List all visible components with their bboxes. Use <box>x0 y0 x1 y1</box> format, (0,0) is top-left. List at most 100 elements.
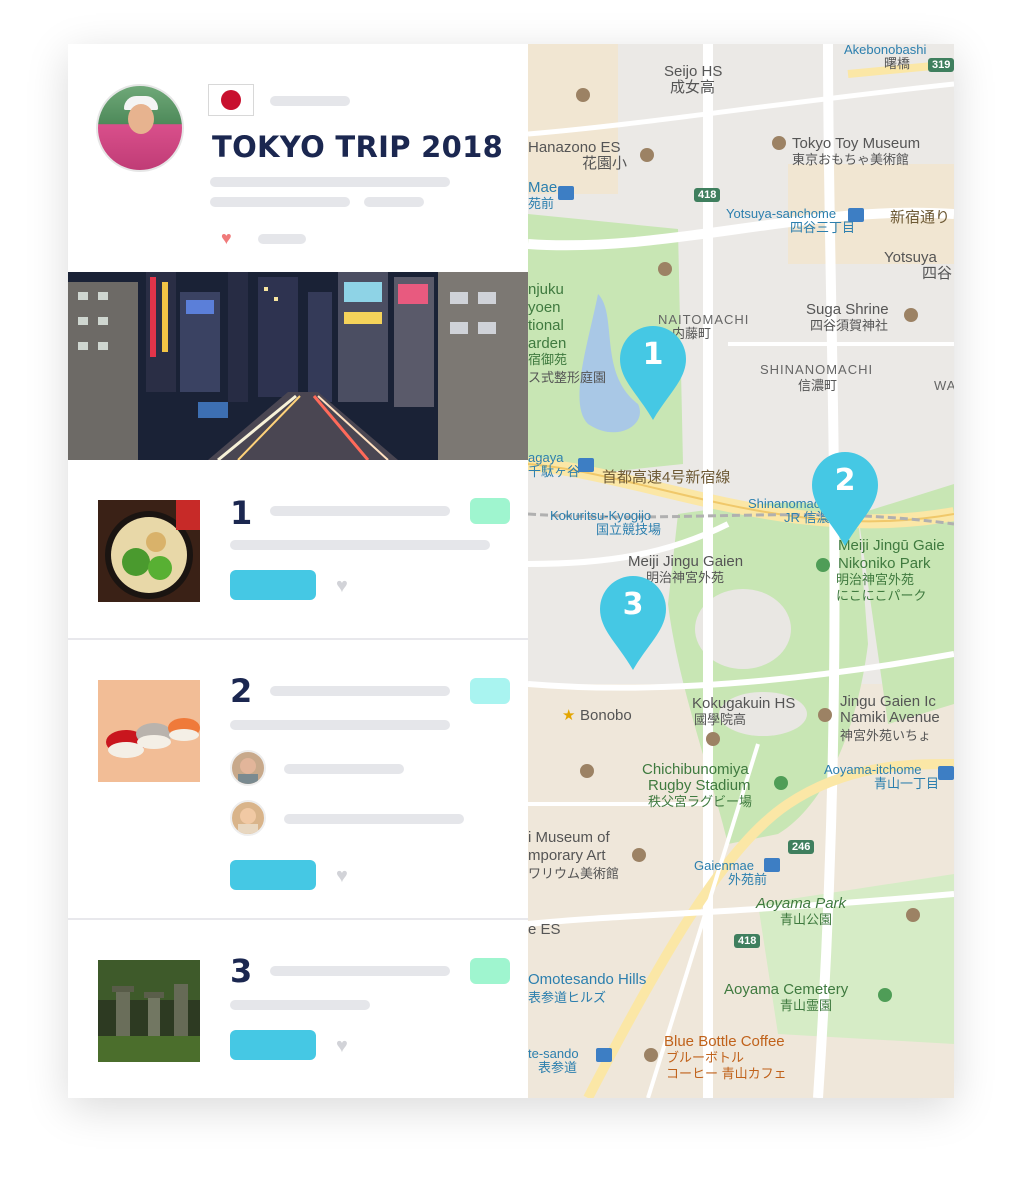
map-pin[interactable]: 1 <box>618 324 688 422</box>
friend-name-placeholder <box>284 814 464 824</box>
list-item[interactable]: 1 ♥ <box>68 460 528 640</box>
map-label: Meiji Jingu Gaien <box>628 553 744 570</box>
route-shield: 418 <box>734 934 761 948</box>
map-label: Namiki Avenue <box>840 709 940 726</box>
item-description-placeholder <box>230 720 450 730</box>
school-icon <box>706 732 720 746</box>
friend-name-placeholder <box>284 764 404 774</box>
japan-flag-icon <box>208 84 254 116</box>
map-label: Seijo HS <box>664 63 723 80</box>
trip-title: TOKYO TRIP 2018 <box>212 130 504 164</box>
map-label: 國學院高 <box>694 712 747 727</box>
food-thumbnail <box>98 680 200 782</box>
author-avatar[interactable] <box>96 84 184 172</box>
item-title-placeholder <box>270 686 450 696</box>
map-label: Nikoniko Park <box>838 555 931 572</box>
train-station-icon <box>938 766 954 780</box>
map-label: 四谷三丁目 <box>790 220 856 235</box>
map-label: 首都高速4号新宿線 <box>602 469 731 486</box>
details-button[interactable] <box>230 1030 316 1060</box>
map-label: 秩父宮ラグビー場 <box>648 794 753 809</box>
map-label: Yotsuya <box>884 249 937 266</box>
route-shield: 246 <box>788 840 815 854</box>
place-thumbnail <box>98 960 200 1062</box>
description-placeholder <box>210 197 350 207</box>
star-icon: ★ <box>562 707 576 724</box>
heart-icon[interactable]: ♥ <box>336 866 348 886</box>
heart-icon[interactable]: ♥ <box>221 229 239 247</box>
route-shield: 418 <box>694 188 721 202</box>
map-label: Chichibunomiya <box>642 761 749 778</box>
train-station-icon <box>596 1048 612 1062</box>
trip-panel: TOKYO TRIP 2018 ♥ 1 ♥ 2 ♥ 3 ♥ <box>68 44 528 1098</box>
map-label: tional <box>528 317 564 334</box>
map-label: Mae <box>528 179 558 196</box>
district-label: SHINANOMACHI <box>760 362 874 377</box>
train-station-icon <box>578 458 594 472</box>
map-view[interactable]: 418 418 246 319 Seijo HS 成女高 Akebonobash… <box>528 44 954 1098</box>
map-pin[interactable]: 2 <box>810 450 880 548</box>
map-label: コーヒー 青山カフェ <box>666 1066 787 1081</box>
museum-icon <box>772 136 786 150</box>
map-label: 東京おもちゃ美術館 <box>792 152 910 167</box>
map-label: i Museum of <box>528 829 610 846</box>
map-label: 成女高 <box>670 79 716 96</box>
list-item[interactable]: 3 ♥ <box>68 920 528 1098</box>
trip-card: TOKYO TRIP 2018 ♥ 1 ♥ 2 ♥ 3 ♥ 418 418 24… <box>68 44 954 1098</box>
item-description-placeholder <box>230 1000 370 1010</box>
item-title-placeholder <box>270 506 450 516</box>
item-number: 2 <box>230 672 253 710</box>
map-label: 宿御苑 <box>528 352 568 367</box>
parking-icon <box>658 262 672 276</box>
museum-icon <box>632 848 646 862</box>
map-label: 新宿通り <box>890 209 951 226</box>
trip-header: TOKYO TRIP 2018 ♥ <box>68 44 528 272</box>
likes-count-placeholder <box>258 234 306 244</box>
map-label: Blue Bottle Coffee <box>664 1033 785 1050</box>
friend-avatar[interactable] <box>230 800 266 836</box>
map-label: 四谷 <box>922 265 953 282</box>
category-tag[interactable] <box>470 678 510 704</box>
map-label: Tokyo Toy Museum <box>792 135 921 152</box>
stadium-icon <box>774 776 788 790</box>
item-title-placeholder <box>270 966 450 976</box>
category-tag[interactable] <box>470 498 510 524</box>
map-label: Rugby Stadium <box>648 777 751 794</box>
train-station-icon <box>558 186 574 200</box>
map-label: Suga Shrine <box>806 301 889 318</box>
school-icon <box>640 148 654 162</box>
details-button[interactable] <box>230 570 316 600</box>
food-thumbnail <box>98 500 200 602</box>
map-label: にこにこパーク <box>836 588 927 603</box>
item-number: 3 <box>230 952 253 990</box>
map-label: 表参道ヒルズ <box>528 990 607 1005</box>
attraction-icon <box>818 708 832 722</box>
heart-icon[interactable]: ♥ <box>336 576 348 596</box>
train-station-icon <box>764 858 780 872</box>
map-label: 青山霊園 <box>780 998 833 1013</box>
category-tag[interactable] <box>470 958 510 984</box>
district-label: WA <box>934 378 954 393</box>
map-label: 明治神宮外苑 <box>836 572 915 587</box>
heart-icon[interactable]: ♥ <box>336 1036 348 1056</box>
description-placeholder <box>364 197 424 207</box>
friend-avatar[interactable] <box>230 750 266 786</box>
map-label: e ES <box>528 921 561 938</box>
hero-image <box>68 272 528 460</box>
map-label: 花園小 <box>582 155 628 172</box>
details-button[interactable] <box>230 860 316 890</box>
map-label: 青山公園 <box>780 912 833 927</box>
park-icon <box>816 558 830 572</box>
map-label: 表参道 <box>538 1060 578 1075</box>
map-label: yoen <box>528 299 561 316</box>
description-placeholder <box>210 177 450 187</box>
author-name-placeholder <box>270 96 350 106</box>
map-label: 青山一丁目 <box>874 776 940 791</box>
poi-icon <box>580 764 594 778</box>
cafe-icon <box>644 1048 658 1062</box>
shrine-icon <box>904 308 918 322</box>
map-pin[interactable]: 3 <box>598 574 668 672</box>
map-label: 神宮外苑いちょ <box>840 728 932 743</box>
map-label: ブルーボトル <box>666 1050 745 1065</box>
list-item[interactable]: 2 ♥ <box>68 640 528 920</box>
